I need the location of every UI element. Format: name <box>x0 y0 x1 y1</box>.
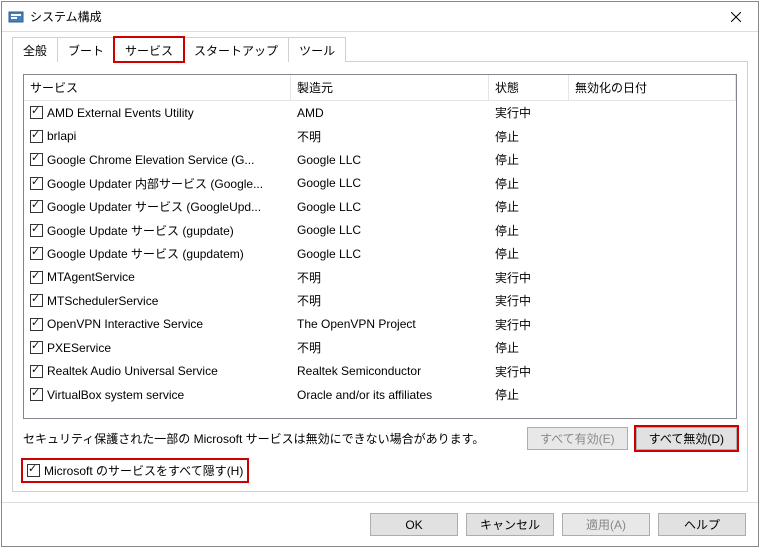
disable-all-button[interactable]: すべて無効(D) <box>636 427 737 450</box>
app-icon <box>8 9 24 25</box>
state-cell: 停止 <box>489 222 569 239</box>
state-cell: 実行中 <box>489 363 569 380</box>
manufacturer-cell: Google LLC <box>291 223 489 237</box>
state-cell: 実行中 <box>489 292 569 309</box>
col-header-manufacturer[interactable]: 製造元 <box>291 75 489 101</box>
manufacturer-cell: The OpenVPN Project <box>291 317 489 331</box>
enable-all-button: すべて有効(E) <box>527 427 628 450</box>
state-cell: 実行中 <box>489 316 569 333</box>
manufacturer-cell: Google LLC <box>291 247 489 261</box>
service-name: Google Chrome Elevation Service (G... <box>47 153 254 167</box>
state-cell: 停止 <box>489 151 569 168</box>
table-row[interactable]: MTAgentService 不明実行中 <box>24 266 736 290</box>
service-checkbox[interactable] <box>30 177 43 190</box>
security-note: セキュリティ保護された一部の Microsoft サービスは無効にできない場合が… <box>23 430 519 447</box>
tab-services[interactable]: サービス <box>114 37 184 62</box>
dialog-footer: OK キャンセル 適用(A) ヘルプ <box>2 502 758 546</box>
service-checkbox[interactable] <box>30 388 43 401</box>
service-name: VirtualBox system service <box>47 388 184 402</box>
service-checkbox[interactable] <box>30 365 43 378</box>
window-title: システム構成 <box>30 8 713 25</box>
manufacturer-cell: 不明 <box>291 339 489 356</box>
tab-strip: 全般 ブート サービス スタートアップ ツール <box>12 36 748 61</box>
manufacturer-cell: Oracle and/or its affiliates <box>291 388 489 402</box>
tab-startup[interactable]: スタートアップ <box>183 37 289 62</box>
table-row[interactable]: Realtek Audio Universal Service Realtek S… <box>24 360 736 384</box>
services-listview: サービス 製造元 状態 無効化の日付 AMD External Events U… <box>23 74 737 419</box>
close-button[interactable] <box>713 2 758 31</box>
col-header-service[interactable]: サービス <box>24 75 291 101</box>
table-row[interactable]: Google Update サービス (gupdate) Google LLC停止 <box>24 219 736 243</box>
state-cell: 停止 <box>489 386 569 403</box>
service-checkbox[interactable] <box>30 271 43 284</box>
service-name: Google Updater 内部サービス (Google... <box>47 175 263 192</box>
service-name: brlapi <box>47 129 76 143</box>
titlebar: システム構成 <box>2 2 758 32</box>
state-cell: 停止 <box>489 128 569 145</box>
table-row[interactable]: Google Update サービス (gupdatem) Google LLC停… <box>24 242 736 266</box>
manufacturer-cell: 不明 <box>291 128 489 145</box>
listview-header: サービス 製造元 状態 無効化の日付 <box>24 75 736 101</box>
service-checkbox[interactable] <box>30 294 43 307</box>
service-checkbox[interactable] <box>30 130 43 143</box>
manufacturer-cell: Realtek Semiconductor <box>291 364 489 378</box>
manufacturer-cell: Google LLC <box>291 176 489 190</box>
tab-boot[interactable]: ブート <box>57 37 115 62</box>
table-row[interactable]: MTSchedulerService 不明実行中 <box>24 289 736 313</box>
service-name: OpenVPN Interactive Service <box>47 317 203 331</box>
table-row[interactable]: VirtualBox system service Oracle and/or i… <box>24 383 736 407</box>
table-row[interactable]: brlapi 不明停止 <box>24 125 736 149</box>
manufacturer-cell: AMD <box>291 106 489 120</box>
state-cell: 実行中 <box>489 269 569 286</box>
table-row[interactable]: OpenVPN Interactive Service The OpenVPN P… <box>24 313 736 337</box>
content-area: 全般 ブート サービス スタートアップ ツール サービス 製造元 状態 無効化の… <box>2 32 758 502</box>
table-row[interactable]: PXEService 不明停止 <box>24 336 736 360</box>
state-cell: 停止 <box>489 245 569 262</box>
manufacturer-cell: Google LLC <box>291 200 489 214</box>
manufacturer-cell: Google LLC <box>291 153 489 167</box>
service-name: Google Update サービス (gupdatem) <box>47 245 244 262</box>
table-row[interactable]: Google Updater 内部サービス (Google... Google L… <box>24 172 736 196</box>
table-row[interactable]: Google Updater サービス (GoogleUpd... Google … <box>24 195 736 219</box>
service-checkbox[interactable] <box>30 200 43 213</box>
service-checkbox[interactable] <box>30 318 43 331</box>
service-checkbox[interactable] <box>30 341 43 354</box>
state-cell: 停止 <box>489 339 569 356</box>
note-row: セキュリティ保護された一部の Microsoft サービスは無効にできない場合が… <box>23 427 737 450</box>
system-config-window: システム構成 全般 ブート サービス スタートアップ ツール サービス 製造元 … <box>1 1 759 547</box>
listview-body[interactable]: AMD External Events UtilityAMD実行中brlapi不… <box>24 101 736 418</box>
service-checkbox[interactable] <box>30 224 43 237</box>
services-panel: サービス 製造元 状態 無効化の日付 AMD External Events U… <box>12 61 748 492</box>
hide-ms-checkbox[interactable] <box>27 464 40 477</box>
apply-button: 適用(A) <box>562 513 650 536</box>
service-checkbox[interactable] <box>30 106 43 119</box>
service-checkbox[interactable] <box>30 247 43 260</box>
manufacturer-cell: 不明 <box>291 292 489 309</box>
ok-button[interactable]: OK <box>370 513 458 536</box>
state-cell: 停止 <box>489 175 569 192</box>
state-cell: 実行中 <box>489 104 569 121</box>
service-name: Google Update サービス (gupdate) <box>47 222 234 239</box>
table-row[interactable]: AMD External Events Utility AMD実行中 <box>24 101 736 125</box>
col-header-disable-date[interactable]: 無効化の日付 <box>569 75 736 101</box>
help-button[interactable]: ヘルプ <box>658 513 746 536</box>
service-name: AMD External Events Utility <box>47 106 194 120</box>
service-name: MTSchedulerService <box>47 294 158 308</box>
col-header-state[interactable]: 状態 <box>489 75 569 101</box>
service-name: PXEService <box>47 341 111 355</box>
service-name: Realtek Audio Universal Service <box>47 364 218 378</box>
hide-ms-row: Microsoft のサービスをすべて隠す(H) <box>23 460 737 481</box>
manufacturer-cell: 不明 <box>291 269 489 286</box>
tab-tools[interactable]: ツール <box>288 37 346 62</box>
tab-general[interactable]: 全般 <box>12 37 58 62</box>
cancel-button[interactable]: キャンセル <box>466 513 554 536</box>
hide-ms-text: Microsoft のサービスをすべて隠す(H) <box>44 462 243 479</box>
table-row[interactable]: Google Chrome Elevation Service (G... Goo… <box>24 148 736 172</box>
service-checkbox[interactable] <box>30 153 43 166</box>
state-cell: 停止 <box>489 198 569 215</box>
service-name: Google Updater サービス (GoogleUpd... <box>47 198 261 215</box>
service-name: MTAgentService <box>47 270 135 284</box>
hide-ms-label[interactable]: Microsoft のサービスをすべて隠す(H) <box>23 460 247 481</box>
